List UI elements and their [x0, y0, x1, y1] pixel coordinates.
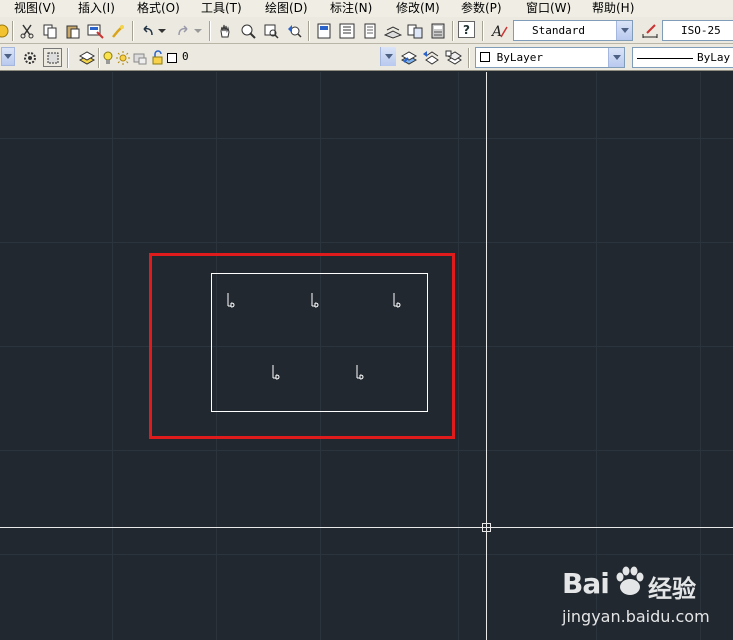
workspace-settings-icon[interactable] [20, 48, 39, 67]
svg-text:A: A [491, 24, 502, 39]
paw-logo-icon [616, 566, 644, 595]
layer-color-swatch-icon[interactable] [166, 48, 178, 67]
grid-line [0, 242, 733, 243]
linetype-preview-line [637, 57, 693, 59]
paste-icon[interactable] [63, 21, 82, 40]
menu-dimension[interactable]: 标注(N) [330, 1, 372, 16]
menu-window[interactable]: 窗口(W) [526, 1, 571, 16]
copy-icon[interactable] [40, 21, 59, 40]
dim-style-value: ISO-25 [681, 24, 721, 37]
undo-icon[interactable] [138, 21, 157, 40]
layers-toolbar: 0 ByLayer ByLay [0, 44, 733, 71]
watermark-url: jingyan.baidu.com [562, 607, 710, 626]
make-current-icon[interactable] [399, 48, 418, 67]
zoom-previous-icon[interactable] [284, 21, 303, 40]
toolbar-separator [132, 21, 134, 41]
baidu-jingyan-watermark: Bai 经验 jingyan.baidu.com [560, 563, 730, 635]
menu-tools[interactable]: 工具(T) [201, 1, 242, 16]
markup-icon[interactable] [405, 21, 424, 40]
crosshair-horizontal [0, 527, 733, 528]
menu-draw[interactable]: 绘图(D) [265, 1, 308, 16]
toolbar-separator [468, 48, 470, 68]
linetype-value: ByLay [697, 51, 731, 64]
text-style-dropdown-icon[interactable] [616, 21, 632, 40]
toolbar-separator [12, 21, 14, 41]
drawing-canvas[interactable] [0, 72, 733, 640]
pan-icon[interactable] [215, 21, 234, 40]
sun-icon[interactable] [115, 48, 131, 67]
menu-bar: 视图(V) 插入(I) 格式(O) 工具(T) 绘图(D) 标注(N) 修改(M… [0, 0, 733, 17]
menu-format[interactable]: 格式(O) [137, 1, 180, 16]
color-value: ByLayer [496, 51, 543, 64]
grid-line [0, 138, 733, 139]
layer-previous-icon[interactable] [421, 48, 440, 67]
undo-dropdown-icon[interactable] [157, 21, 167, 40]
crosshair-vertical [486, 72, 487, 640]
toolbar-separator [452, 21, 454, 41]
freeze-icon[interactable] [132, 48, 148, 67]
menu-modify[interactable]: 修改(M) [396, 1, 440, 16]
design-center-icon[interactable] [337, 21, 356, 40]
zoom-realtime-icon[interactable] [238, 21, 257, 40]
sheet-set-icon[interactable] [383, 21, 402, 40]
layer-value: 0 [182, 50, 189, 63]
grid-line [0, 450, 733, 451]
text-style-select[interactable]: Standard [513, 20, 633, 41]
toolbar-separator [308, 21, 310, 41]
match-properties-icon[interactable] [86, 21, 105, 40]
text-style-value: Standard [532, 24, 585, 37]
brush-icon[interactable] [108, 21, 127, 40]
toolbar-separator [98, 48, 100, 68]
tool-palette-icon[interactable] [360, 21, 379, 40]
watermark-brand-suffix: 经验 [648, 575, 696, 603]
menu-help[interactable]: 帮助(H) [592, 1, 634, 16]
linetype-select[interactable]: ByLay [632, 47, 733, 68]
menu-view[interactable]: 视图(V) [14, 1, 56, 16]
grid-line [0, 554, 733, 555]
highlight-box [149, 253, 455, 439]
lock-icon[interactable] [150, 48, 166, 67]
help-icon[interactable]: ? [458, 21, 475, 38]
toolbar-clip-icon[interactable] [0, 21, 11, 40]
toolbar-separator [67, 48, 69, 68]
calculator-icon[interactable] [428, 21, 447, 40]
color-dropdown-icon[interactable] [608, 48, 624, 67]
menu-insert[interactable]: 插入(I) [78, 1, 115, 16]
layer-manager-icon[interactable] [77, 48, 96, 67]
workspace-dropdown-icon[interactable] [1, 47, 15, 66]
color-select[interactable]: ByLayer [475, 47, 625, 68]
properties-icon[interactable] [314, 21, 333, 40]
workspace-icon[interactable] [43, 48, 62, 67]
dim-style-icon[interactable] [640, 21, 659, 40]
toolbar-separator [482, 21, 484, 41]
cut-icon[interactable] [17, 21, 36, 40]
watermark-brand: Bai [562, 567, 610, 600]
crosshair-pickbox [482, 523, 491, 532]
layer-state-icon[interactable] [444, 48, 463, 67]
text-style-icon[interactable]: A [490, 21, 509, 40]
dim-style-select[interactable]: ISO-25 [662, 20, 733, 41]
redo-dropdown-icon[interactable] [193, 21, 203, 40]
lightbulb-icon[interactable] [101, 48, 115, 67]
menu-parametric[interactable]: 参数(P) [461, 1, 502, 16]
redo-icon[interactable] [173, 21, 192, 40]
layer-dropdown-icon[interactable] [380, 47, 396, 66]
zoom-window-icon[interactable] [261, 21, 280, 40]
standard-toolbar: ? A Standard ISO-25 [0, 17, 733, 44]
layer-select[interactable]: 0 [178, 47, 396, 68]
toolbar-separator [209, 21, 211, 41]
color-swatch-icon [480, 52, 490, 62]
